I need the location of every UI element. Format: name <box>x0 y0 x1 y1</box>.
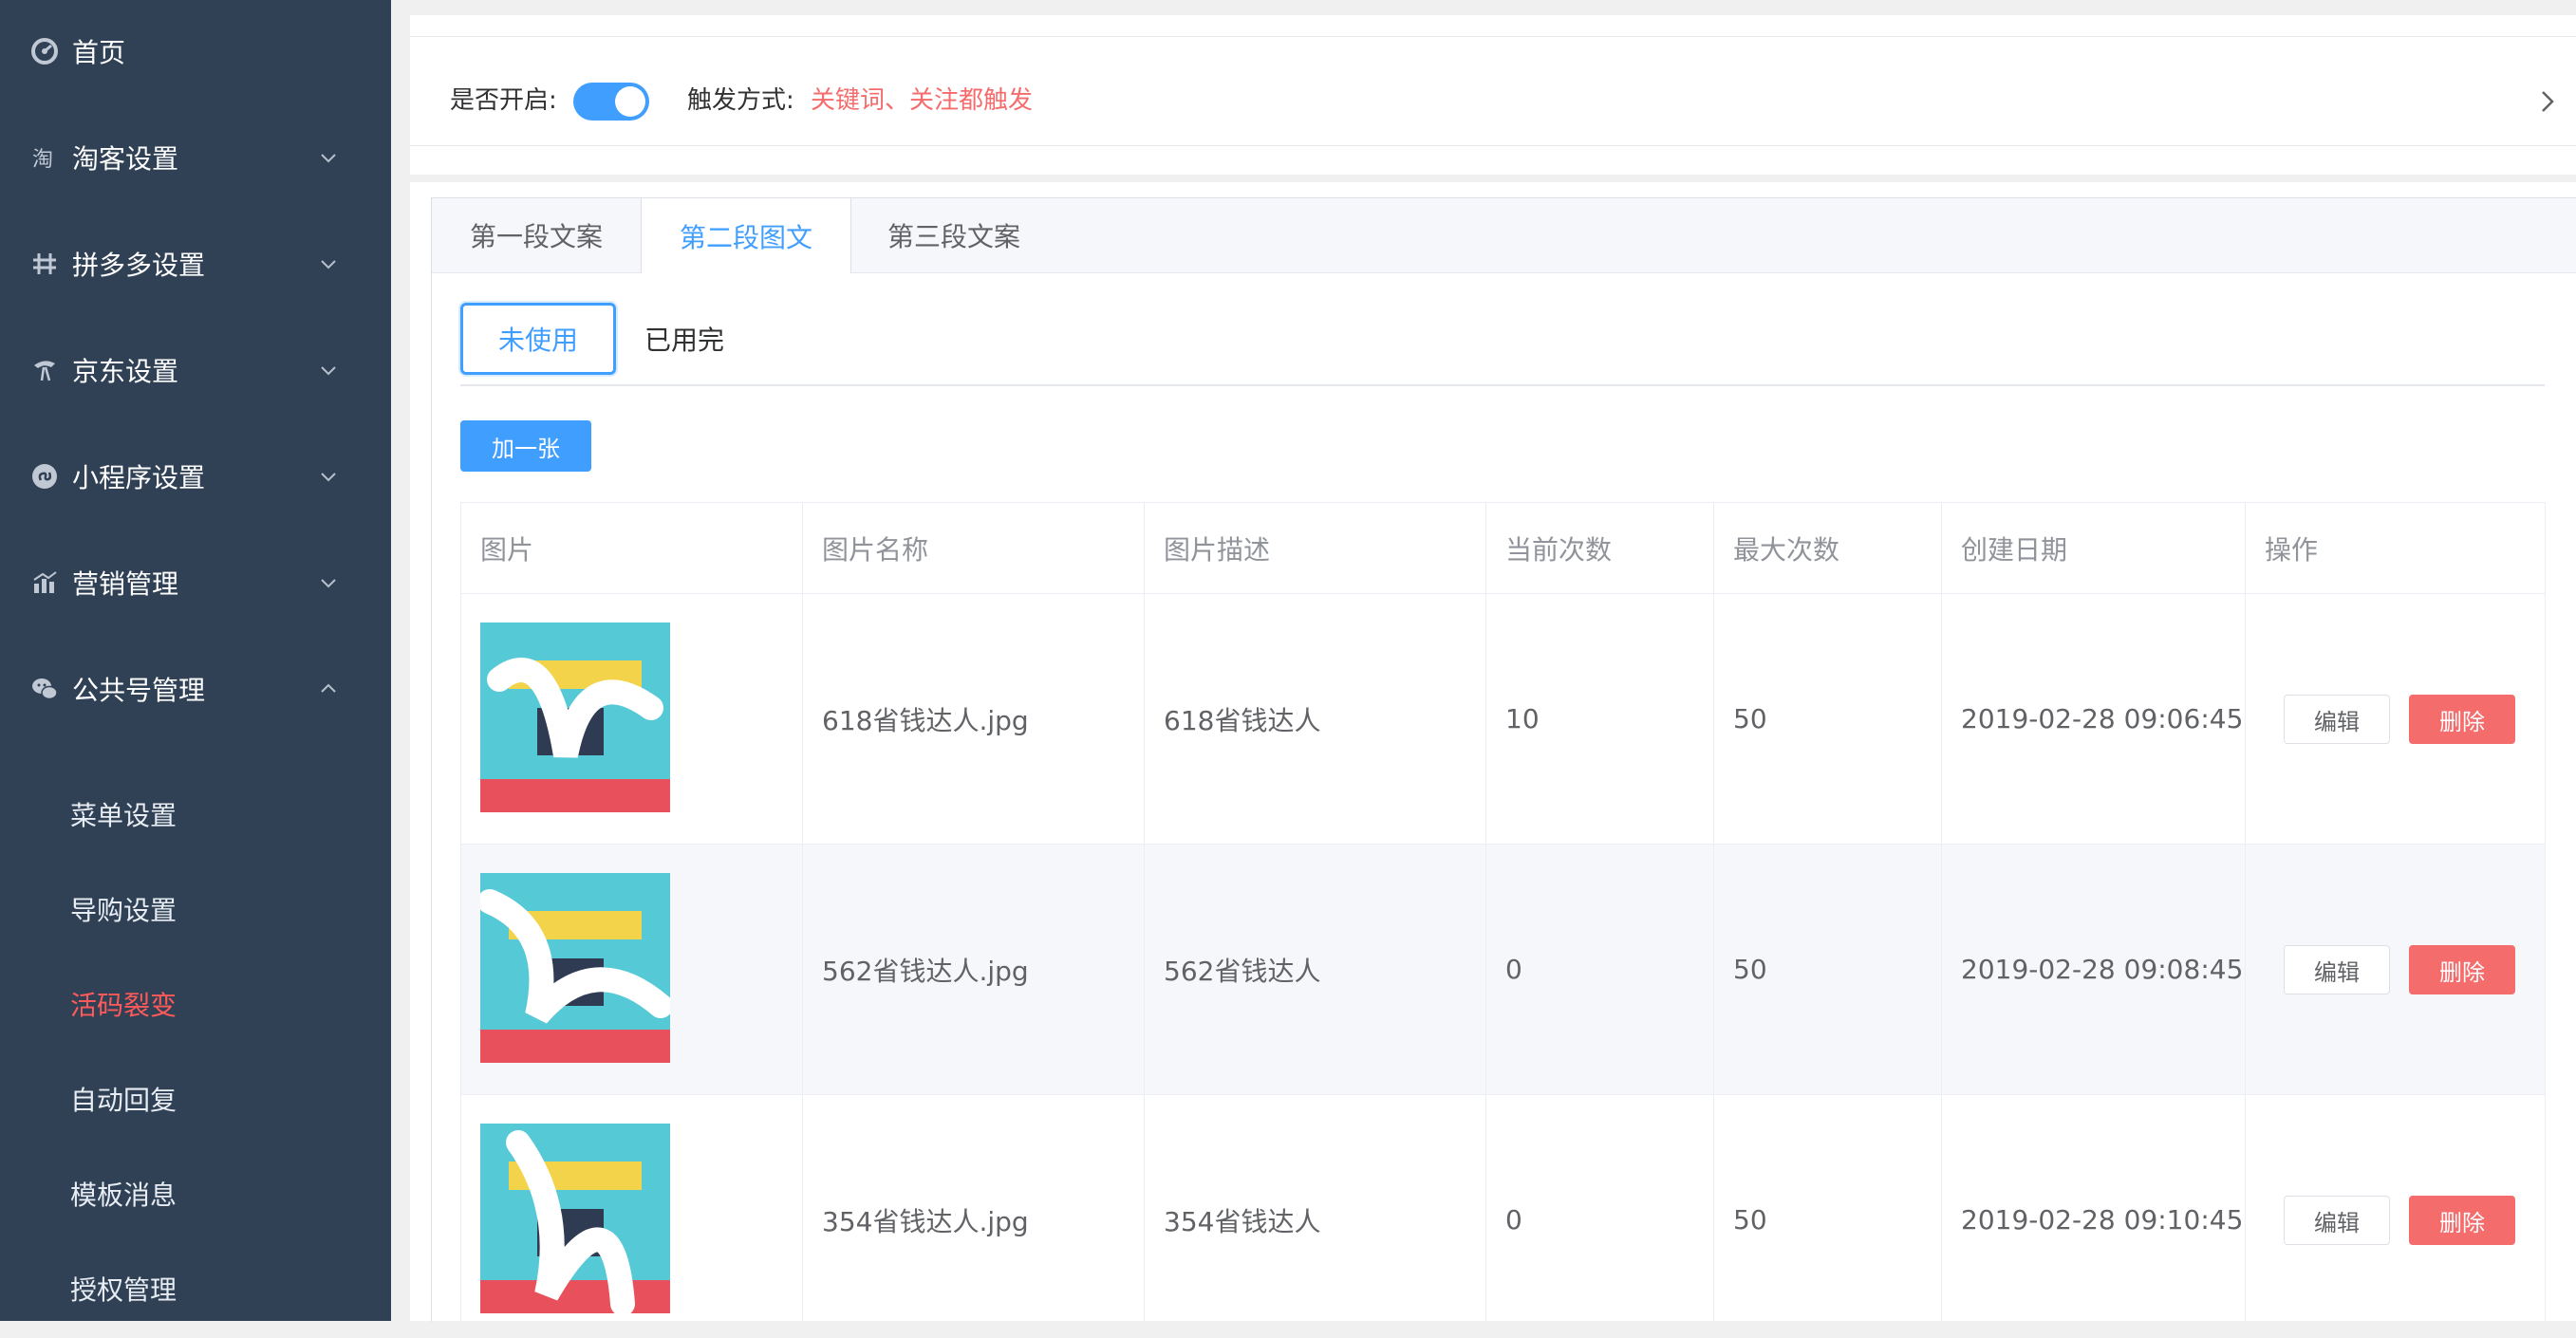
image-name-cell: 562省钱达人.jpg <box>803 845 1145 1095</box>
column-header: 最大次数 <box>1714 503 1942 594</box>
image-desc-cell: 618省钱达人 <box>1145 594 1486 845</box>
tabs-header: 第一段文案 第二段图文 第三段文案 <box>432 198 2576 273</box>
column-header: 操作 <box>2246 503 2546 594</box>
chart-icon <box>30 568 59 597</box>
chevron-down-icon <box>321 260 336 269</box>
delete-button[interactable]: 删除 <box>2409 945 2515 994</box>
status-subtabs: 未使用 已用完 <box>460 303 2545 386</box>
created-date-cell: 2019-02-28 09:06:45 <box>1942 594 2246 845</box>
sidebar-item-home[interactable]: 首页 <box>0 13 391 89</box>
sidebar-item-label: 淘客设置 <box>72 143 179 175</box>
chevron-down-icon <box>321 154 336 163</box>
settings-row: 是否开启: 触发方式: 关键词、关注都触发 <box>410 36 2576 146</box>
column-header: 图片 <box>461 503 803 594</box>
delete-button[interactable]: 删除 <box>2409 1196 2515 1245</box>
sidebar-subitem-qrcode[interactable]: 活码裂变 <box>0 966 391 1042</box>
sidebar: 首页 淘 淘客设置 拼多多设置 京东设置 小程序设置 营销管理 公共号管理 菜单… <box>0 0 391 1321</box>
subtab-unused[interactable]: 未使用 <box>460 303 616 375</box>
image-name-cell: 618省钱达人.jpg <box>803 594 1145 845</box>
sidebar-subitem-guide[interactable]: 导购设置 <box>0 871 391 947</box>
sidebar-subitem-menu[interactable]: 菜单设置 <box>0 776 391 852</box>
actions-cell: 编辑 删除 <box>2246 1095 2546 1338</box>
chevron-down-icon <box>321 366 336 376</box>
sidebar-subitem-label: 模板消息 <box>70 1180 177 1211</box>
svg-text:淘: 淘 <box>32 148 53 172</box>
taoke-icon: 淘 <box>30 143 59 172</box>
image-cell <box>461 594 803 845</box>
column-header: 图片名称 <box>803 503 1145 594</box>
trigger-value: 关键词、关注都触发 <box>811 86 1034 115</box>
add-image-button[interactable]: 加一张 <box>460 420 591 472</box>
max-count-cell: 50 <box>1714 845 1942 1095</box>
column-header: 创建日期 <box>1942 503 2246 594</box>
sidebar-subitem-auth[interactable]: 授权管理 <box>0 1251 391 1321</box>
sidebar-item-taoke[interactable]: 淘 淘客设置 <box>0 120 391 195</box>
poster-thumbnail[interactable] <box>480 1124 670 1313</box>
sidebar-subitem-label: 授权管理 <box>70 1274 177 1306</box>
delete-button[interactable]: 删除 <box>2409 695 2515 744</box>
image-table: 图片 图片名称 图片描述 当前次数 最大次数 创建日期 操作 618省钱达人.j… <box>460 502 2546 1338</box>
sidebar-item-label: 营销管理 <box>72 568 179 600</box>
tab-third-copy[interactable]: 第三段文案 <box>849 198 1058 272</box>
chevron-down-icon <box>321 579 336 588</box>
enable-switch[interactable] <box>573 83 649 121</box>
sidebar-subitem-label: 活码裂变 <box>70 990 177 1021</box>
edit-button[interactable]: 编辑 <box>2284 695 2390 744</box>
main-card: 第一段文案 第二段图文 第三段文案 未使用 已用完 加一张 图片 图片名称 图片… <box>410 182 2576 1338</box>
current-count-cell: 0 <box>1486 1095 1714 1338</box>
wechat-icon <box>30 675 59 703</box>
current-count-cell: 10 <box>1486 594 1714 845</box>
sidebar-item-marketing[interactable]: 营销管理 <box>0 545 391 621</box>
miniprogram-icon <box>30 462 59 491</box>
max-count-cell: 50 <box>1714 1095 1942 1338</box>
sidebar-item-label: 京东设置 <box>72 356 179 387</box>
image-desc-cell: 354省钱达人 <box>1145 1095 1486 1338</box>
switch-knob <box>615 86 645 117</box>
settings-card: 是否开启: 触发方式: 关键词、关注都触发 <box>410 15 2576 175</box>
chevron-down-icon <box>321 473 336 482</box>
image-desc-cell: 562省钱达人 <box>1145 845 1486 1095</box>
column-header: 当前次数 <box>1486 503 1714 594</box>
sidebar-item-jd[interactable]: 京东设置 <box>0 332 391 408</box>
sidebar-item-wechat[interactable]: 公共号管理 <box>0 651 391 727</box>
edit-button[interactable]: 编辑 <box>2284 1196 2390 1245</box>
tab-second-image[interactable]: 第二段图文 <box>641 198 851 273</box>
tabs-container: 第一段文案 第二段图文 第三段文案 未使用 已用完 加一张 图片 图片名称 图片… <box>431 197 2576 1338</box>
sidebar-subitem-label: 菜单设置 <box>70 800 177 831</box>
sidebar-subitem-template[interactable]: 模板消息 <box>0 1156 391 1232</box>
tab-first-copy[interactable]: 第一段文案 <box>432 198 641 272</box>
dashboard-icon <box>30 37 59 65</box>
subtab-used-up[interactable]: 已用完 <box>616 303 753 375</box>
pinduoduo-icon <box>30 250 59 278</box>
poster-thumbnail[interactable] <box>480 623 670 812</box>
image-name-cell: 354省钱达人.jpg <box>803 1095 1145 1338</box>
sidebar-item-pinduoduo[interactable]: 拼多多设置 <box>0 226 391 302</box>
column-header: 图片描述 <box>1145 503 1486 594</box>
jd-icon <box>30 356 59 384</box>
chevron-up-icon <box>321 683 336 693</box>
sidebar-subitem-autoreply[interactable]: 自动回复 <box>0 1061 391 1137</box>
trigger-label: 触发方式: <box>687 86 794 115</box>
sidebar-item-label: 公共号管理 <box>72 675 206 706</box>
edit-button[interactable]: 编辑 <box>2284 945 2390 994</box>
max-count-cell: 50 <box>1714 594 1942 845</box>
image-cell <box>461 1095 803 1338</box>
sidebar-subitem-label: 自动回复 <box>70 1085 177 1116</box>
current-count-cell: 0 <box>1486 845 1714 1095</box>
poster-thumbnail[interactable] <box>480 873 670 1063</box>
sidebar-item-label: 拼多多设置 <box>72 250 206 281</box>
image-cell <box>461 845 803 1095</box>
sidebar-subitem-label: 导购设置 <box>70 895 177 926</box>
chevron-right-icon[interactable] <box>2536 88 2559 115</box>
sidebar-item-miniprogram[interactable]: 小程序设置 <box>0 438 391 514</box>
sidebar-item-label: 小程序设置 <box>72 462 206 493</box>
sidebar-item-label: 首页 <box>72 37 126 68</box>
actions-cell: 编辑 删除 <box>2246 594 2546 845</box>
actions-cell: 编辑 删除 <box>2246 845 2546 1095</box>
created-date-cell: 2019-02-28 09:10:45 <box>1942 1095 2246 1338</box>
created-date-cell: 2019-02-28 09:08:45 <box>1942 845 2246 1095</box>
enable-label: 是否开启: <box>450 86 557 115</box>
